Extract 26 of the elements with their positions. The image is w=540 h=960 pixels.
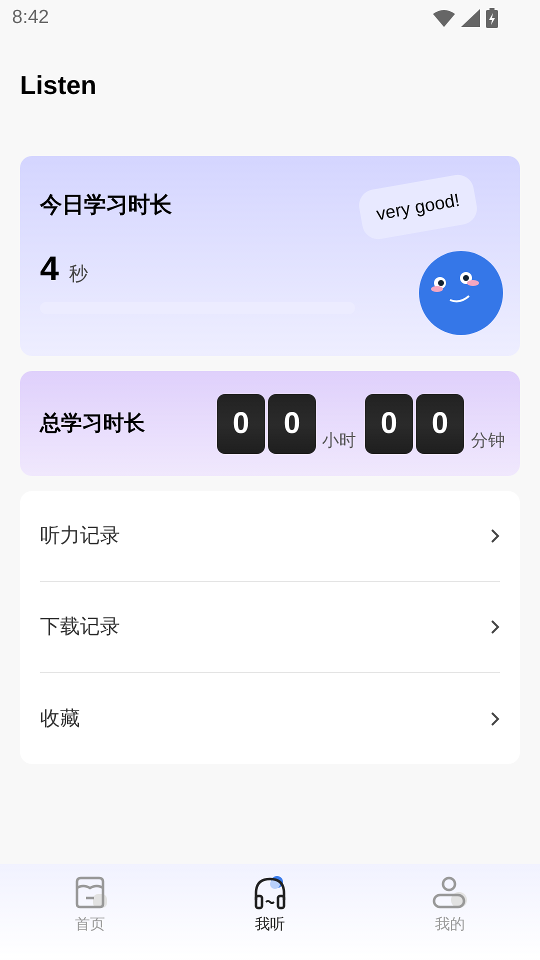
- menu-item[interactable]: 听力记录: [40, 491, 500, 582]
- status-time: 8:42: [12, 6, 49, 30]
- today-unit: 秒: [68, 263, 88, 287]
- flip-digit: 0: [268, 394, 316, 454]
- person-icon: [432, 876, 468, 910]
- speech-bubble: very good!: [356, 172, 480, 242]
- hours-unit: 小时: [322, 430, 356, 452]
- today-value: 4: [40, 249, 59, 290]
- card-title: 总学习时长: [40, 410, 146, 437]
- chevron-right-icon: [490, 619, 500, 635]
- card-title: 今日学习时长: [40, 191, 172, 219]
- nav-tab[interactable]: 我听: [180, 864, 360, 960]
- chevron-right-icon: [490, 710, 500, 726]
- store-icon: [73, 876, 107, 910]
- menu-item[interactable]: 下载记录: [40, 582, 500, 673]
- chevron-right-icon: [490, 528, 500, 544]
- flip-digit: 0: [416, 394, 464, 454]
- flip-digit: 0: [217, 394, 265, 454]
- headphones-icon: [253, 876, 287, 910]
- menu-item[interactable]: 收藏: [40, 673, 500, 764]
- flip-digit: 0: [365, 394, 413, 454]
- minutes-unit: 分钟: [471, 430, 505, 452]
- page-title: Listen: [20, 69, 97, 102]
- signal-icon: [461, 9, 480, 27]
- battery-icon: [486, 8, 498, 28]
- wifi-icon: [433, 9, 455, 27]
